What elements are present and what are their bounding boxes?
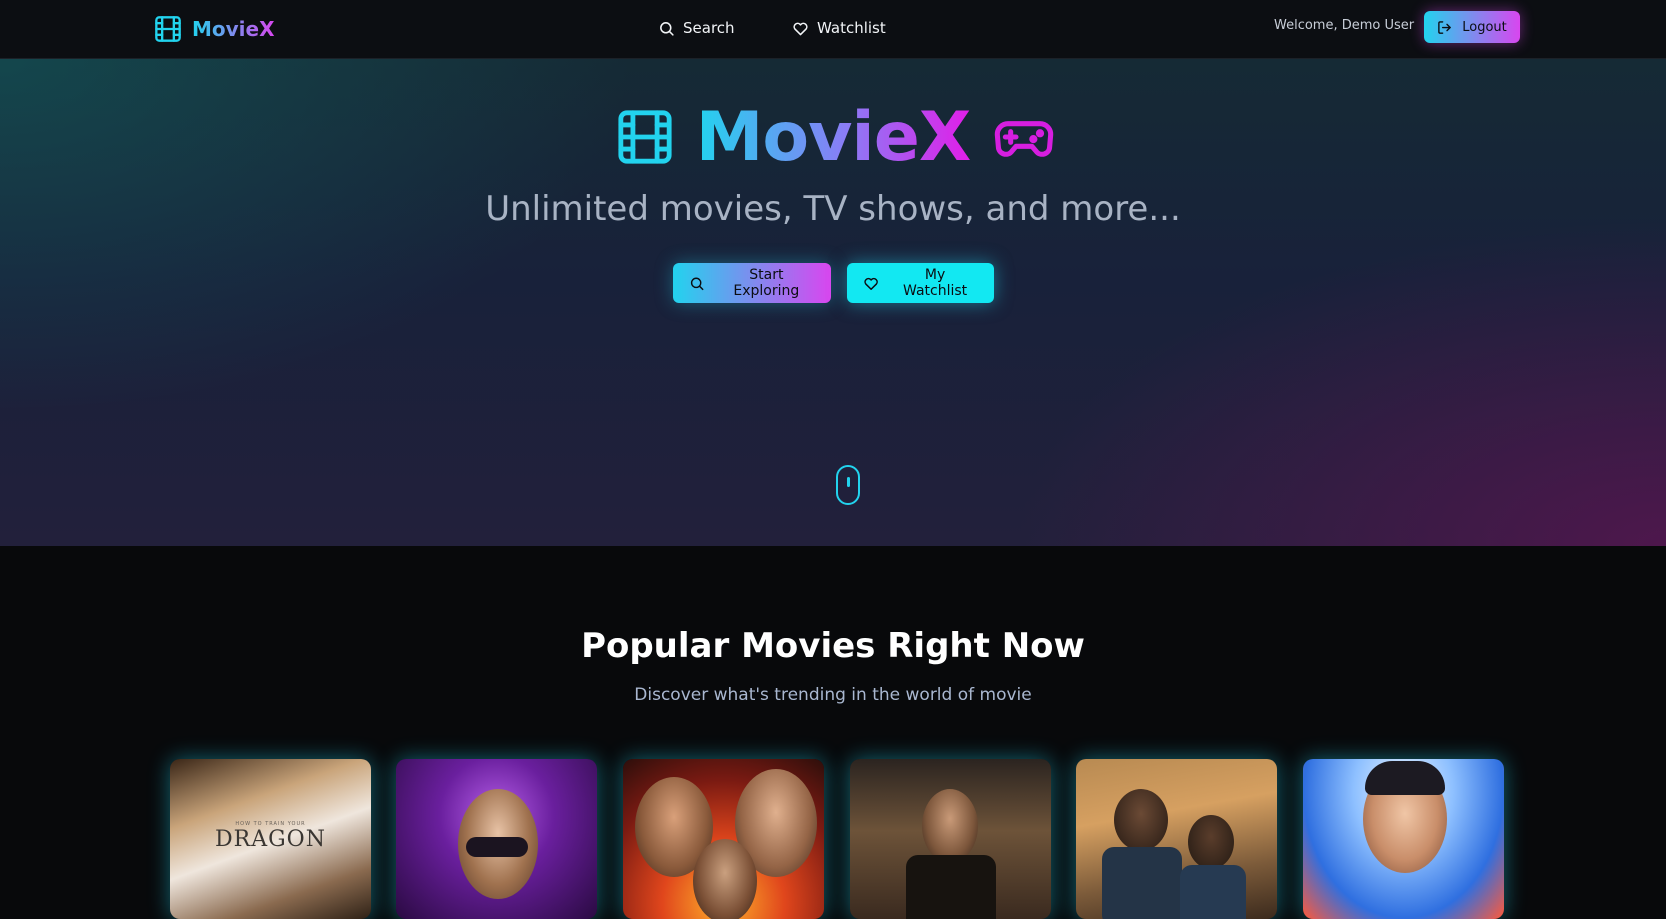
movie-poster (396, 759, 597, 919)
movie-card[interactable] (1303, 759, 1504, 919)
poster-hair (1365, 761, 1445, 795)
my-watchlist-button[interactable]: My Watchlist (846, 263, 994, 303)
movie-card[interactable] (396, 759, 597, 919)
poster-figure (1188, 815, 1234, 869)
movie-poster: HOW TO TRAIN YOUR DRAGON (170, 759, 371, 919)
top-nav: MovieX Search Watchlist Welcome, Demo Us… (0, 0, 1666, 59)
heart-icon (863, 277, 878, 290)
brand-logo[interactable]: MovieX (154, 13, 275, 45)
logout-button[interactable]: Logout (1424, 11, 1520, 43)
movie-card-row: HOW TO TRAIN YOUR DRAGON (170, 759, 1505, 919)
logout-icon (1438, 20, 1452, 34)
poster-figure (922, 789, 978, 863)
nav-search-label: Search (683, 19, 735, 37)
poster-figure (1114, 789, 1168, 851)
scroll-indicator-icon (836, 465, 860, 505)
movie-poster (623, 759, 824, 919)
nav-search-link[interactable]: Search (658, 16, 735, 40)
start-exploring-label: Start Exploring (733, 267, 800, 299)
poster-figure (1102, 847, 1182, 919)
movie-poster (850, 759, 1051, 919)
movie-card[interactable] (1076, 759, 1277, 919)
search-icon (660, 21, 674, 36)
movie-poster (1076, 759, 1277, 919)
gamepad-icon (995, 121, 1054, 157)
nav-watchlist-label: Watchlist (817, 19, 886, 37)
movie-card[interactable]: HOW TO TRAIN YOUR DRAGON (170, 759, 371, 919)
heart-icon (793, 22, 808, 35)
hero-subtitle: Unlimited movies, TV shows, and more... (485, 189, 1181, 229)
film-icon (155, 16, 181, 42)
welcome-text: Welcome, Demo User (1274, 18, 1415, 33)
film-icon (618, 110, 672, 164)
movie-card[interactable] (623, 759, 824, 919)
movie-poster (1303, 759, 1504, 919)
scroll-wheel (847, 477, 850, 487)
poster-title-art: DRAGON (215, 827, 326, 852)
movie-card[interactable] (850, 759, 1051, 919)
hero-section: MovieX Unlimited movies, TV shows, and m… (0, 59, 1666, 546)
poster-sunglasses (466, 837, 528, 857)
my-watchlist-label: My Watchlist (903, 267, 968, 299)
brand-name: MovieX (192, 17, 275, 41)
search-icon (690, 277, 703, 290)
poster-figure (693, 839, 757, 919)
start-exploring-button[interactable]: Start Exploring (672, 263, 831, 303)
hero-title: MovieX (695, 97, 972, 177)
section-title: Popular Movies Right Now (581, 626, 1085, 666)
nav-watchlist-link[interactable]: Watchlist (792, 16, 886, 40)
hero-title-row: MovieX (0, 97, 1666, 177)
hero-actions: Start Exploring My Watchlist (0, 263, 1666, 303)
poster-figure (906, 855, 996, 919)
logout-label: Logout (1462, 19, 1507, 35)
poster-figure (1180, 865, 1246, 919)
section-subtitle: Discover what's trending in the world of… (634, 685, 1032, 705)
